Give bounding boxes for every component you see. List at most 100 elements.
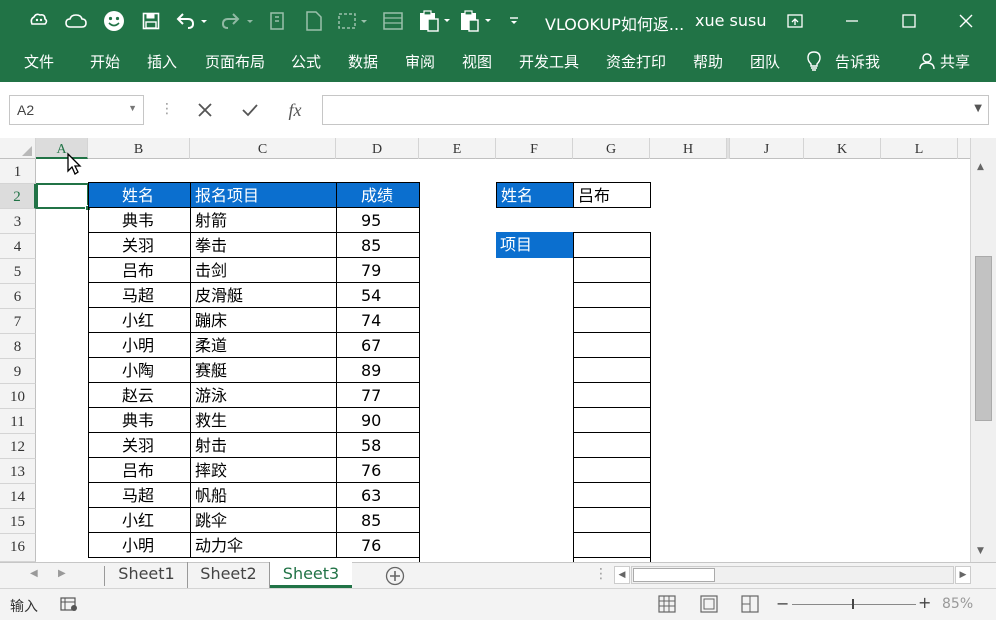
add-sheet-icon[interactable]: [385, 566, 405, 590]
lookup-result-cell[interactable]: [574, 233, 650, 258]
insert-function-icon[interactable]: fx: [283, 97, 307, 123]
score-cell[interactable]: 90: [336, 408, 419, 433]
lookup-result-cell[interactable]: [574, 533, 650, 558]
row-header-16[interactable]: 16: [0, 534, 36, 562]
lookup-result-cell[interactable]: [574, 508, 650, 533]
formula-input[interactable]: ▼: [322, 95, 989, 125]
score-cell[interactable]: 89: [336, 358, 419, 383]
scroll-left-icon[interactable]: ◀: [30, 568, 38, 579]
column-header-b[interactable]: B: [88, 138, 190, 159]
event-cell[interactable]: 击剑: [190, 258, 336, 283]
score-cell[interactable]: 85: [336, 508, 419, 533]
form-icon[interactable]: [382, 9, 404, 33]
scroll-down-icon[interactable]: ▼: [977, 546, 984, 556]
row-header-9[interactable]: 9: [0, 359, 36, 384]
menu-view[interactable]: 视图: [462, 51, 492, 72]
select-all-corner[interactable]: [0, 138, 36, 159]
event-cell[interactable]: 射箭: [190, 208, 336, 233]
menu-team[interactable]: 团队: [750, 51, 780, 72]
new-sheet-icon[interactable]: [304, 9, 324, 33]
name-cell[interactable]: 小明: [88, 333, 190, 358]
name-cell[interactable]: 吕布: [88, 458, 190, 483]
macro-record-icon[interactable]: [60, 596, 78, 616]
event-cell[interactable]: 动力伞: [190, 533, 336, 558]
event-cell[interactable]: 帆船: [190, 483, 336, 508]
tab-sheet3[interactable]: Sheet3: [270, 562, 352, 588]
normal-view-icon[interactable]: [658, 595, 676, 617]
column-header-c[interactable]: C: [190, 138, 336, 159]
lookup-result-cell[interactable]: [574, 433, 650, 458]
save-icon[interactable]: [140, 9, 162, 33]
vertical-scrollbar[interactable]: ▲ ▼: [970, 138, 996, 562]
paste-icon[interactable]: [418, 9, 452, 33]
name-cell[interactable]: 小红: [88, 308, 190, 333]
lookup-result-cell[interactable]: [574, 358, 650, 383]
menu-review[interactable]: 审阅: [405, 51, 435, 72]
row-header-5[interactable]: 5: [0, 259, 36, 284]
hscroll-right-icon[interactable]: ▶: [955, 566, 971, 584]
share-button[interactable]: 共享: [940, 51, 970, 72]
format-painter-icon[interactable]: [268, 9, 288, 33]
zoom-slider[interactable]: [792, 599, 916, 609]
column-header-f[interactable]: F: [496, 138, 573, 159]
score-cell[interactable]: 79: [336, 258, 419, 283]
page-layout-view-icon[interactable]: [700, 595, 718, 617]
event-cell[interactable]: 跳伞: [190, 508, 336, 533]
menu-home[interactable]: 开始: [90, 51, 120, 72]
app-icon[interactable]: [28, 9, 50, 33]
zoom-level[interactable]: 85%: [942, 596, 973, 612]
score-cell[interactable]: 54: [336, 283, 419, 308]
score-cell[interactable]: 76: [336, 458, 419, 483]
lookup-result-cell[interactable]: [574, 283, 650, 308]
user-name[interactable]: xue susu: [695, 11, 767, 30]
menu-page-layout[interactable]: 页面布局: [205, 51, 265, 72]
name-cell[interactable]: 马超: [88, 283, 190, 308]
selected-cell-a2[interactable]: [36, 183, 89, 209]
event-cell[interactable]: 游泳: [190, 383, 336, 408]
row-header-14[interactable]: 14: [0, 484, 36, 509]
horizontal-scrollbar[interactable]: [631, 566, 954, 584]
lookup-result-cell[interactable]: [574, 483, 650, 508]
row-header-10[interactable]: 10: [0, 384, 36, 409]
horizontal-scroll-thumb[interactable]: [633, 568, 715, 582]
menu-print[interactable]: 资金打印: [606, 51, 666, 72]
score-cell[interactable]: 63: [336, 483, 419, 508]
undo-icon[interactable]: [174, 9, 208, 33]
name-cell[interactable]: 小明: [88, 533, 190, 558]
lookup-result-cell[interactable]: [574, 333, 650, 358]
cloud-icon[interactable]: [64, 9, 88, 33]
zoom-in-icon[interactable]: +: [918, 593, 931, 612]
maximize-icon[interactable]: [889, 8, 929, 34]
row-header-11[interactable]: 11: [0, 409, 36, 434]
event-cell[interactable]: 皮滑艇: [190, 283, 336, 308]
event-cell[interactable]: 柔道: [190, 333, 336, 358]
tell-me[interactable]: 告诉我: [835, 51, 880, 72]
row-header-2[interactable]: 2: [0, 184, 36, 209]
score-cell[interactable]: 74: [336, 308, 419, 333]
paste-values-icon[interactable]: [458, 9, 494, 33]
lookup-result-cell[interactable]: [574, 258, 650, 283]
lookup-result-cell[interactable]: [574, 308, 650, 333]
zoom-out-icon[interactable]: −: [776, 594, 789, 613]
column-header-j[interactable]: J: [730, 138, 804, 159]
minimize-icon[interactable]: [832, 8, 872, 34]
event-cell[interactable]: 拳击: [190, 233, 336, 258]
chevron-down-icon[interactable]: ▼: [128, 103, 137, 113]
menu-developer[interactable]: 开发工具: [519, 51, 579, 72]
name-cell[interactable]: 小红: [88, 508, 190, 533]
scroll-right-icon[interactable]: ▶: [58, 568, 66, 579]
score-cell[interactable]: 77: [336, 383, 419, 408]
menu-data[interactable]: 数据: [348, 51, 378, 72]
expand-formula-icon[interactable]: ▼: [974, 103, 982, 114]
zoom-slider-thumb[interactable]: [852, 599, 854, 609]
row-header-7[interactable]: 7: [0, 309, 36, 334]
score-cell[interactable]: 76: [336, 533, 419, 558]
score-cell[interactable]: 58: [336, 433, 419, 458]
close-icon[interactable]: [946, 8, 986, 34]
row-header-13[interactable]: 13: [0, 459, 36, 484]
select-icon[interactable]: [336, 9, 370, 33]
row-header-4[interactable]: 4: [0, 234, 36, 259]
score-cell[interactable]: 95: [336, 208, 419, 233]
row-header-15[interactable]: 15: [0, 509, 36, 534]
vertical-scroll-thumb[interactable]: [975, 256, 992, 421]
